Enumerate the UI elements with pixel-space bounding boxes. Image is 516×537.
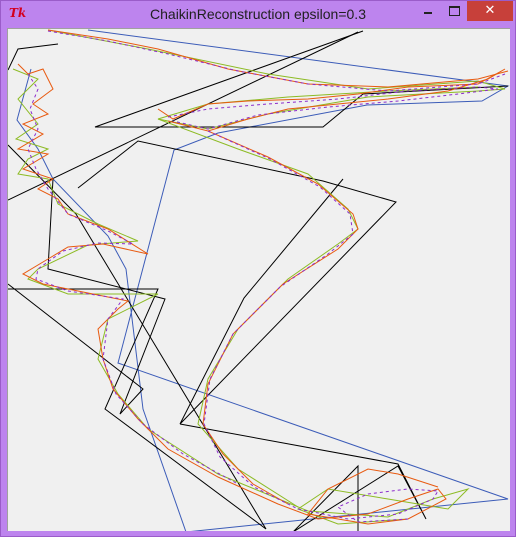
black-polyline-5 xyxy=(77,140,397,425)
minimize-button[interactable] xyxy=(414,1,441,21)
purple-curve-4 xyxy=(27,73,239,485)
green-curve-2 xyxy=(12,68,470,525)
orange-curve-4 xyxy=(202,130,359,505)
drawing-canvas[interactable] xyxy=(7,28,510,531)
green-curve-1 xyxy=(47,29,506,130)
close-button[interactable]: ✕ xyxy=(467,1,513,21)
canvas-drawing xyxy=(8,29,510,531)
maximize-button[interactable] xyxy=(441,1,467,21)
maximize-icon xyxy=(448,6,460,16)
close-icon: ✕ xyxy=(484,3,496,18)
black-polyline-1 xyxy=(8,31,359,201)
purple-curve-2 xyxy=(167,86,499,130)
title-bar[interactable]: Tk ChaikinReconstruction epsilon=0.3 ✕ xyxy=(1,1,515,27)
purple-curve-3 xyxy=(203,130,439,523)
purple-curve-1 xyxy=(47,30,506,92)
green-curve-3 xyxy=(157,118,359,508)
black-polyline-4 xyxy=(8,144,267,530)
minimize-icon xyxy=(423,12,432,14)
blue-polyline xyxy=(16,29,510,531)
app-window: Tk ChaikinReconstruction epsilon=0.3 ✕ xyxy=(0,0,516,537)
black-polyline-7 xyxy=(8,43,59,71)
